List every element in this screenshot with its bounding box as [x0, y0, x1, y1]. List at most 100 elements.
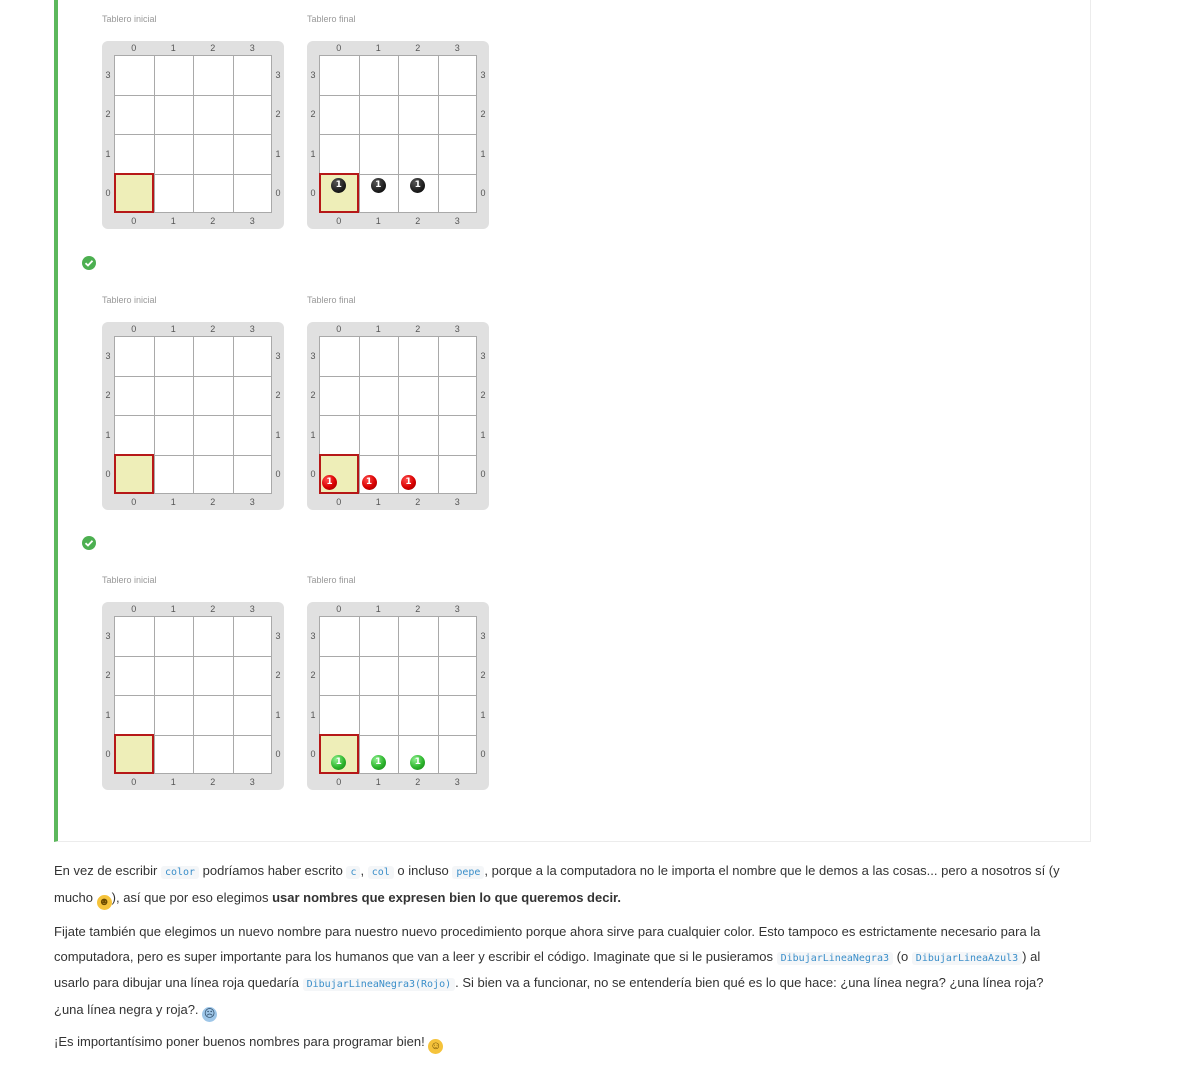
row-number: 0: [480, 749, 486, 760]
row-number: 1: [310, 709, 316, 720]
row-number: 3: [310, 350, 316, 361]
column-number: 0: [336, 324, 342, 334]
paragraph-conclusion: ¡Es importantísimo poner buenos nombres …: [54, 1030, 1074, 1055]
initial-board-label: Tablero inicial: [102, 14, 157, 24]
text: .: [617, 889, 622, 905]
grid-line: [438, 336, 439, 494]
initial-board-label: Tablero inicial: [102, 575, 157, 585]
row-number: 2: [275, 109, 281, 120]
row-number: 2: [310, 109, 316, 120]
row-number: 2: [105, 109, 111, 120]
column-number: 3: [454, 497, 460, 507]
column-number: 0: [131, 216, 137, 226]
row-number: 0: [105, 749, 111, 760]
red-ball: 1: [322, 475, 337, 490]
column-number: 1: [375, 43, 381, 53]
row-number: 3: [105, 630, 111, 641]
row-number: 1: [275, 429, 281, 440]
grid-line: [114, 695, 272, 696]
text: (o: [893, 948, 912, 964]
grid-line: [319, 695, 477, 696]
column-number: 1: [375, 497, 381, 507]
row-number: 1: [105, 429, 111, 440]
row-number: 0: [310, 749, 316, 760]
column-number: 3: [454, 216, 460, 226]
column-number: 3: [249, 216, 255, 226]
row-number: 2: [480, 109, 486, 120]
row-number: 1: [480, 709, 486, 720]
row-number: 2: [480, 390, 486, 401]
column-number: 1: [375, 324, 381, 334]
code-pepe: pepe: [452, 866, 485, 879]
row-number: 1: [310, 148, 316, 159]
text: ¡Es importantísimo poner buenos nombres …: [54, 1034, 429, 1049]
column-number: 0: [336, 604, 342, 614]
row-number: 0: [310, 188, 316, 199]
column-number: 1: [375, 604, 381, 614]
column-number: 3: [249, 777, 255, 787]
column-number: 0: [131, 777, 137, 787]
final-board: 0011223333221100111: [307, 322, 489, 510]
column-number: 1: [170, 497, 176, 507]
grid-line: [114, 415, 272, 416]
column-number: 3: [249, 604, 255, 614]
code-dibujar-linea-negra3: DibujarLineaNegra3: [776, 951, 893, 965]
green-ball: 1: [370, 755, 386, 770]
grid-line: [438, 55, 439, 213]
grid-line: [233, 336, 234, 494]
row-number: 2: [275, 390, 281, 401]
row-number: 0: [105, 188, 111, 199]
grid-line: [114, 134, 272, 135]
row-number: 0: [275, 749, 281, 760]
column-number: 0: [336, 777, 342, 787]
text: podríamos haber escrito: [199, 863, 347, 878]
final-board: 0011223333221100111: [307, 602, 489, 790]
grid-line: [319, 415, 477, 416]
column-number: 2: [415, 604, 421, 614]
column-number: 0: [131, 324, 137, 334]
emphasis-text: usar nombres que expresen bien lo que qu…: [272, 889, 618, 905]
row-number: 0: [105, 469, 111, 480]
column-number: 3: [454, 777, 460, 787]
column-number: 1: [170, 43, 176, 53]
header-cell: [114, 454, 154, 494]
success-check-icon: [82, 536, 96, 550]
row-number: 3: [275, 69, 281, 80]
row-number: 3: [480, 350, 486, 361]
column-number: 0: [131, 497, 137, 507]
column-number: 0: [336, 43, 342, 53]
row-number: 1: [105, 148, 111, 159]
row-number: 2: [105, 670, 111, 681]
header-cell: [114, 734, 154, 774]
row-number: 3: [480, 69, 486, 80]
row-number: 2: [275, 670, 281, 681]
fearful-face-icon: ☹: [202, 1006, 218, 1022]
row-number: 2: [310, 670, 316, 681]
row-number: 1: [275, 148, 281, 159]
success-check-icon: [82, 256, 96, 270]
row-number: 1: [480, 429, 486, 440]
row-number: 2: [310, 390, 316, 401]
black-ball: 1: [370, 177, 386, 193]
initial-board: 0 0 1 1 2 2 3 3 3 3 2 2 1 1 0 0: [102, 322, 284, 510]
column-number: 1: [375, 216, 381, 226]
column-number: 1: [375, 777, 381, 787]
column-number: 0: [131, 604, 137, 614]
text: ), así que por eso elegimos: [111, 889, 273, 905]
text: En vez de escribir: [54, 863, 161, 878]
grid-line: [438, 616, 439, 774]
column-number: 3: [249, 324, 255, 334]
row-number: 1: [275, 709, 281, 720]
row-number: 2: [480, 670, 486, 681]
final-board: 0011223333221100111: [307, 41, 489, 229]
column-number: 3: [249, 497, 255, 507]
row-number: 3: [480, 630, 486, 641]
column-number: 2: [415, 43, 421, 53]
column-number: 2: [210, 604, 216, 614]
initial-board-label: Tablero inicial: [102, 295, 157, 305]
row-number: 0: [275, 188, 281, 199]
row-number: 2: [105, 390, 111, 401]
code-c: c: [346, 866, 361, 879]
row-number: 1: [105, 709, 111, 720]
black-ball: 1: [331, 177, 347, 193]
